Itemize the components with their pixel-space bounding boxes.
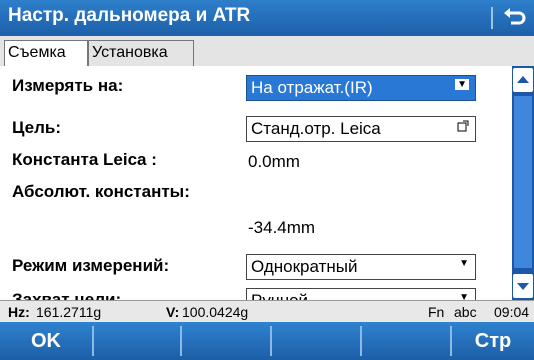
measure-mode-value: Однократный bbox=[251, 257, 358, 276]
dropdown-arrow-icon: ▼ bbox=[459, 258, 469, 269]
leica-constant-label: Константа Leica : bbox=[12, 150, 157, 169]
clock: 09:04 bbox=[494, 304, 530, 320]
hz-label: Hz: bbox=[8, 304, 30, 320]
measure-mode-label: Режим измерений: bbox=[12, 256, 170, 275]
hz-value: 161.2711g bbox=[36, 304, 102, 320]
absolute-constant-value: -34.4mm bbox=[248, 218, 316, 237]
back-arrow-icon[interactable] bbox=[500, 5, 530, 31]
status-bar: Hz: 161.2711g V: 100.0424g Fn abc 09:04 bbox=[0, 300, 534, 323]
settings-form: Измерять на: На отражат.(IR) ▼ Цель: Ста… bbox=[0, 66, 512, 300]
v-label: V: bbox=[166, 304, 180, 320]
scroll-down-button[interactable] bbox=[513, 274, 533, 298]
target-label: Цель: bbox=[12, 118, 61, 137]
tab-survey[interactable]: Съемка bbox=[4, 40, 88, 67]
softkey-bar: OK Стр bbox=[0, 322, 534, 360]
dropdown-arrow-icon: ▼ bbox=[455, 79, 469, 90]
target-capture-value: Ручной bbox=[251, 291, 308, 300]
softkey-f4[interactable] bbox=[272, 322, 360, 360]
input-mode-indicator: abc bbox=[454, 304, 477, 320]
scroll-thumb[interactable] bbox=[514, 96, 532, 268]
page-softkey[interactable]: Стр bbox=[452, 322, 534, 360]
scroll-up-button[interactable] bbox=[513, 68, 533, 92]
leica-constant-value: 0.0mm bbox=[248, 152, 300, 171]
ok-softkey[interactable]: OK bbox=[0, 322, 92, 360]
title-separator bbox=[491, 7, 493, 29]
window-title: Настр. дальномера и ATR bbox=[8, 5, 251, 26]
tab-bar: Съемка Установка bbox=[0, 36, 534, 67]
target-capture-dropdown[interactable]: Ручной ▼ bbox=[246, 288, 476, 300]
absolute-constant-label: Абсолют. константы: bbox=[12, 182, 190, 201]
target-dropdown[interactable]: Станд.отр. Leica bbox=[246, 116, 476, 142]
fn-indicator: Fn bbox=[428, 304, 445, 320]
measure-on-value: На отражат.(IR) bbox=[251, 78, 373, 97]
softkey-f3[interactable] bbox=[182, 322, 270, 360]
softkey-f5[interactable] bbox=[362, 322, 450, 360]
softkey-f2[interactable] bbox=[94, 322, 180, 360]
v-value: 100.0424g bbox=[182, 304, 249, 320]
target-value: Станд.отр. Leica bbox=[251, 119, 381, 138]
target-capture-label: Захват цели: bbox=[12, 290, 122, 300]
tab-setup[interactable]: Установка bbox=[88, 40, 194, 66]
measure-mode-dropdown[interactable]: Однократный ▼ bbox=[246, 254, 476, 280]
scrollbar[interactable] bbox=[512, 66, 534, 300]
dropdown-arrow-icon: ▼ bbox=[459, 292, 469, 300]
measure-on-dropdown[interactable]: На отражат.(IR) ▼ bbox=[246, 75, 476, 101]
measure-on-label: Измерять на: bbox=[12, 76, 124, 95]
list-popup-icon bbox=[457, 120, 469, 135]
title-bar: Настр. дальномера и ATR bbox=[0, 0, 534, 36]
